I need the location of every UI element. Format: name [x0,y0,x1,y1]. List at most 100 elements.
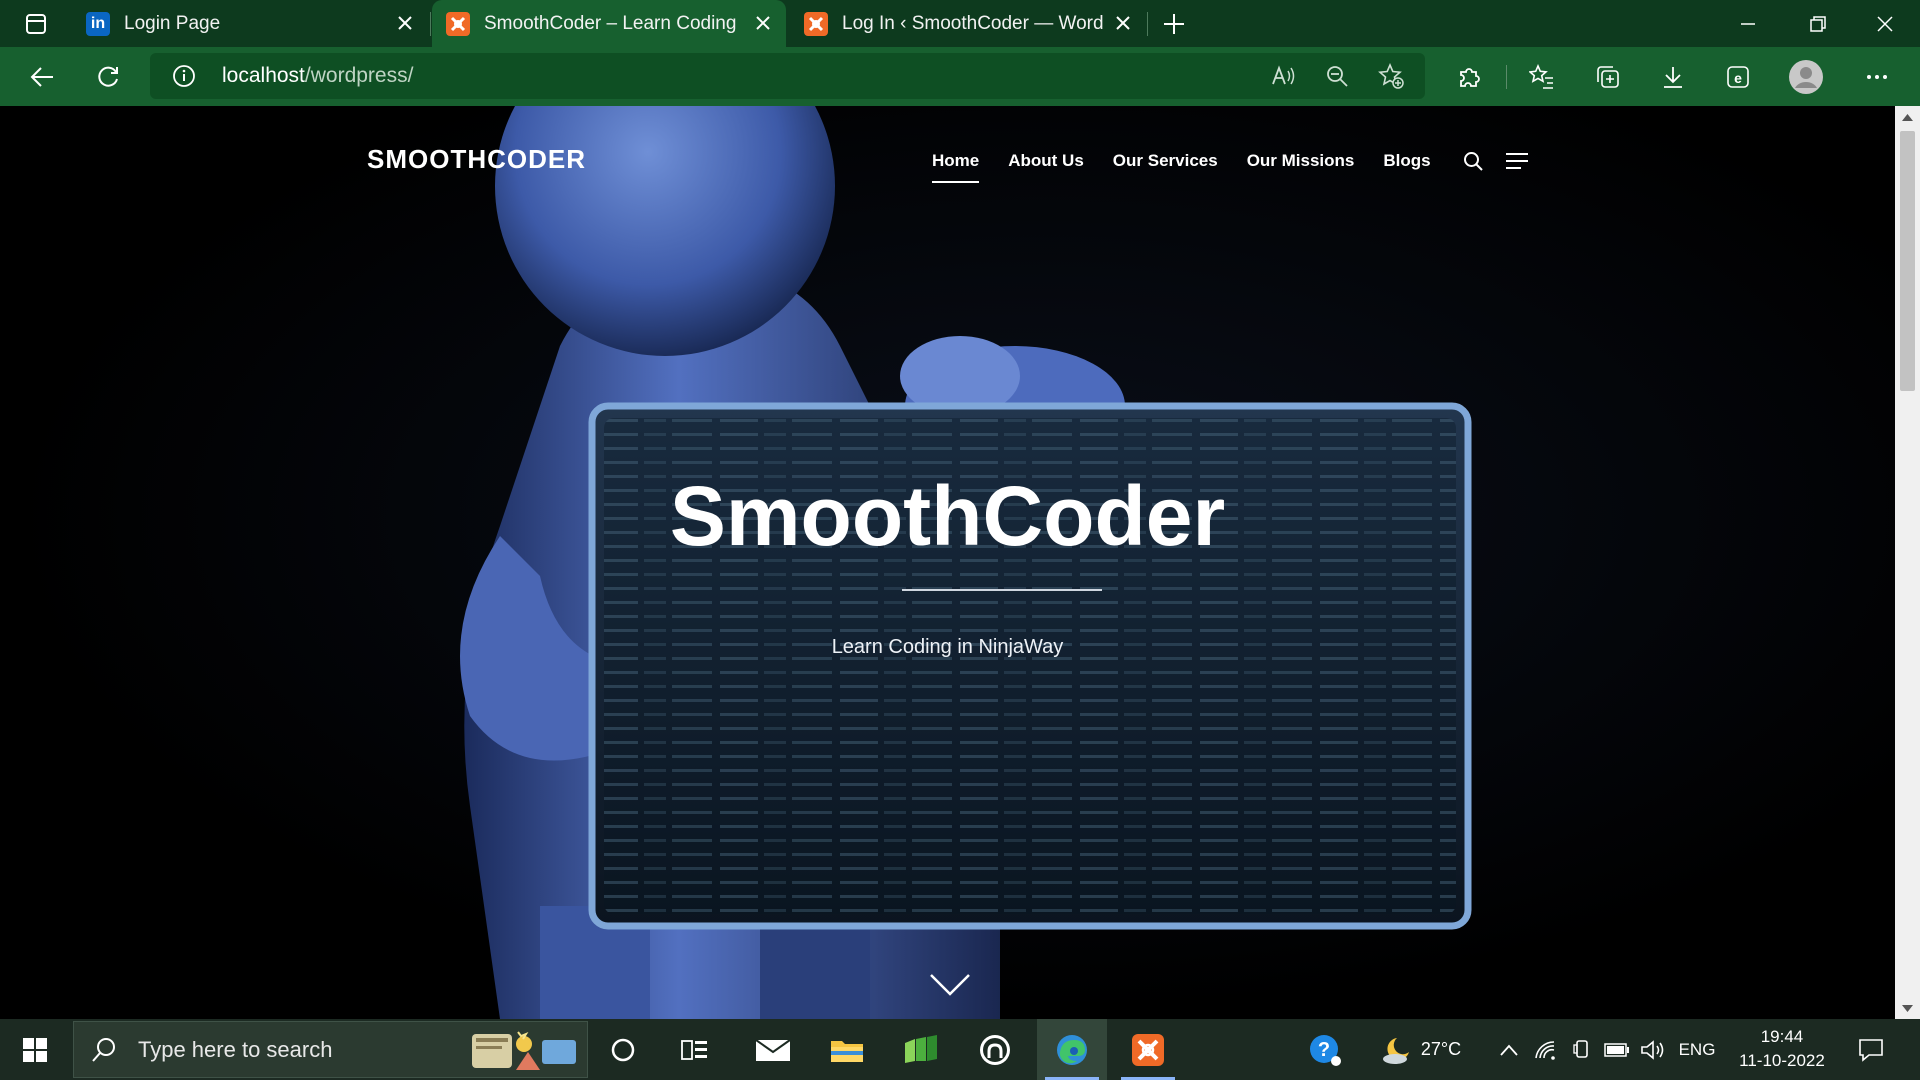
clock-date: 11-10-2022 [1739,1051,1825,1070]
tab-label: SmoothCoder – Learn Coding in [484,12,742,34]
github-desktop-button[interactable] [960,1019,1030,1080]
folder-icon [831,1040,863,1062]
spreadsheet-app-button[interactable] [886,1019,956,1080]
address-bar[interactable]: localhost/wordpress/ [150,53,1425,99]
close-tab-button[interactable] [1112,12,1134,34]
device-button[interactable] [1566,1019,1598,1080]
nav-about-us[interactable]: About Us [1008,151,1084,171]
zoom-out-icon [1327,66,1348,87]
nav-our-services[interactable]: Our Services [1113,151,1218,171]
scroll-down-chevron-icon[interactable] [928,972,972,998]
tab-divider [1147,12,1148,36]
scroll-down-arrow-icon[interactable] [1901,1002,1914,1015]
mail-icon [755,1038,791,1061]
settings-more-button[interactable] [1857,57,1897,97]
show-hidden-icons-button[interactable] [1492,1019,1526,1080]
url-text[interactable]: localhost/wordpress/ [222,64,413,88]
network-button[interactable] [1528,1019,1564,1080]
weather-widget[interactable]: 27°C [1365,1019,1475,1080]
profile-button[interactable] [1786,57,1826,97]
star-add-icon [1378,63,1404,89]
mail-app-button[interactable] [738,1019,808,1080]
close-icon [1116,16,1130,30]
download-icon [1664,67,1682,88]
ie-mode-button[interactable]: e [1718,57,1758,97]
site-logo[interactable]: SMOOTHCODER [367,144,586,175]
browser-toolbar: localhost/wordpress/ e [0,47,1920,106]
back-arrow-icon [30,67,53,87]
close-window-button[interactable] [1850,0,1920,47]
wifi-icon [1535,1040,1555,1060]
svg-text:?: ? [1318,1039,1330,1061]
plus-icon [1164,14,1184,34]
tab-wordpress-login[interactable]: Log In ‹ SmoothCoder — WordP [790,0,1146,47]
clock-time: 19:44 [1760,1027,1804,1046]
task-view-button[interactable] [660,1019,730,1080]
moon-cloud-icon [1382,1037,1409,1064]
tab-divider [430,12,431,36]
language-text: ENG [1678,1039,1716,1059]
taskbar-search-box[interactable]: Type here to search [73,1021,588,1078]
tab-label: Login Page [124,12,221,34]
read-aloud-icon [1272,65,1295,85]
search-icon [1463,152,1483,171]
edge-browser-button[interactable] [1037,1019,1107,1080]
collections-button[interactable] [1588,57,1628,97]
read-aloud-button[interactable] [1268,61,1298,91]
favorites-icon [1529,64,1553,89]
tab-smoothcoder[interactable]: SmoothCoder – Learn Coding in [432,0,786,47]
chevron-up-icon [1500,1044,1518,1056]
scrollbar-thumb[interactable] [1900,131,1915,391]
xampp-button[interactable] [1113,1019,1183,1080]
start-button[interactable] [0,1019,70,1080]
linkedin-favicon-icon: in [86,11,110,36]
internet-explorer-mode-icon: e [1727,66,1749,88]
help-button[interactable]: ? [1290,1019,1360,1080]
language-indicator[interactable]: ENG [1672,1019,1722,1080]
minimize-button[interactable] [1713,0,1783,47]
favorites-button[interactable] [1522,57,1562,97]
restore-button[interactable] [1783,0,1853,47]
windows-taskbar: Type here to search ? 27°C ENG 19:44 11-… [0,1019,1920,1080]
close-icon [756,16,770,30]
action-center-button[interactable] [1846,1019,1896,1080]
site-menu-button[interactable] [1504,148,1530,174]
tab-login-page[interactable]: in Login Page [72,0,428,47]
close-icon [398,16,412,30]
search-highlights-illustration-icon [472,1031,576,1070]
site-search-button[interactable] [1460,148,1486,174]
new-tab-button[interactable] [1158,8,1190,40]
nav-our-missions[interactable]: Our Missions [1247,151,1355,171]
xampp-favicon-icon [804,11,828,36]
zoom-button[interactable] [1322,61,1352,91]
cortana-button[interactable] [588,1019,658,1080]
back-button[interactable] [22,57,62,97]
restore-icon [1810,15,1826,32]
nav-home[interactable]: Home [932,151,980,183]
edge-icon [1057,1034,1087,1065]
battery-icon [1604,1042,1629,1057]
battery-button[interactable] [1600,1019,1634,1080]
screen: in Login Page SmoothCoder – Learn Coding… [0,0,1920,1080]
hero-title: SmoothCoder [669,469,1226,563]
volume-button[interactable] [1636,1019,1670,1080]
add-favorite-button[interactable] [1376,61,1406,91]
volume-icon [1641,1039,1664,1060]
green-bars-app-icon [905,1034,937,1063]
extensions-button[interactable] [1449,57,1489,97]
close-tab-button[interactable] [752,12,774,34]
cortana-circle-icon [611,1038,635,1061]
taskbar-clock[interactable]: 19:44 11-10-2022 [1722,1025,1842,1073]
search-icon [92,1037,115,1062]
nav-blogs[interactable]: Blogs [1383,151,1430,171]
info-icon[interactable] [172,64,196,88]
refresh-button[interactable] [88,57,128,97]
more-horizontal-icon [1867,75,1887,79]
page-scrollbar[interactable] [1895,106,1920,1019]
scroll-up-arrow-icon[interactable] [1901,110,1914,123]
browser-tab-strip: in Login Page SmoothCoder – Learn Coding… [0,0,1920,47]
tab-actions-button[interactable] [14,8,58,40]
file-explorer-button[interactable] [812,1019,882,1080]
downloads-button[interactable] [1653,57,1693,97]
close-tab-button[interactable] [394,12,416,34]
